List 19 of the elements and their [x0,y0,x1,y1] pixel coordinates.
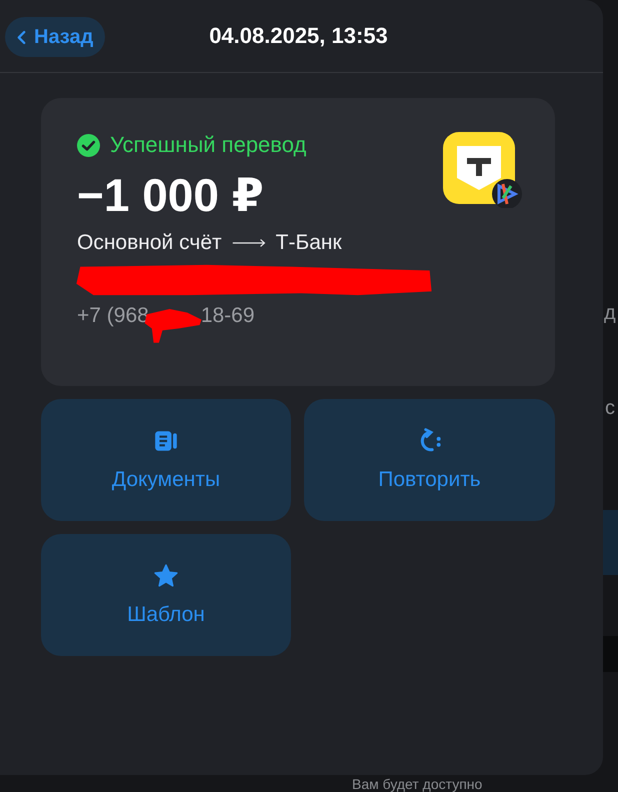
action-button[interactable]: Повторить [304,399,555,521]
background-text: Вам будет доступно [352,777,482,791]
destination-bank: Т-Банк [276,230,342,255]
background-text: д [604,303,616,323]
phone-number: +7 (968 [77,304,149,328]
check-circle-icon [77,134,100,156]
arrow-right-icon [232,238,266,248]
back-button[interactable]: Назад [5,17,106,57]
action-button[interactable]: Шаблон [41,534,291,656]
chevron-left-icon [17,30,26,44]
action-button[interactable]: Документы [41,399,291,521]
background-text: с [605,398,615,418]
phone-number: 18-69 [200,304,255,328]
source-account: Основной счёт [77,230,222,255]
window-title: 04.08.2025, 13:53 [209,23,388,49]
star-icon [153,563,179,589]
bank-logo-icon [443,132,525,208]
amount: −1 000 ₽ [77,170,265,221]
status-label: Успешный перевод [110,132,306,158]
